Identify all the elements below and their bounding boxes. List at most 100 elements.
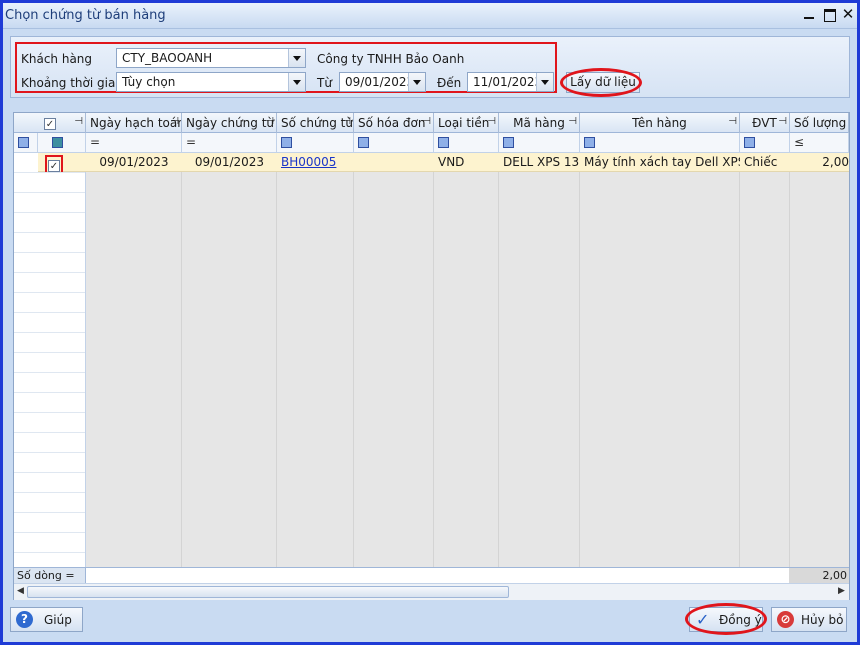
chevron-down-icon[interactable]	[288, 49, 305, 67]
filter-icon[interactable]	[281, 137, 292, 148]
filter-icon[interactable]	[52, 137, 63, 148]
cancel-button[interactable]: ⊘ Hủy bỏ	[771, 607, 847, 632]
get-data-button[interactable]: Lấy dữ liệu	[566, 72, 640, 93]
title-bar: Chọn chứng từ bán hàng ✕	[3, 3, 857, 29]
filter-cell[interactable]	[277, 133, 354, 153]
voucher-no-cell: BH00005	[277, 153, 354, 172]
pin-icon[interactable]: ⊣	[568, 116, 577, 127]
chevron-down-icon[interactable]	[536, 73, 553, 91]
table-row[interactable]: ✓ 09/01/2023 09/01/2023 BH00005 VND DELL…	[14, 153, 849, 172]
ok-button[interactable]: ✓ Đồng ý	[689, 607, 763, 632]
from-date-value: 09/01/2023	[345, 75, 415, 89]
pin-icon[interactable]: ⊣	[342, 116, 351, 127]
cancel-icon: ⊘	[777, 611, 794, 628]
pin-icon[interactable]: ⊣	[170, 116, 179, 127]
column-header[interactable]: Loại tiền ⊣	[434, 113, 499, 133]
filter-icon[interactable]	[584, 137, 595, 148]
pin-icon[interactable]: ⊣	[487, 116, 496, 127]
from-date-field[interactable]: 09/01/2023	[339, 72, 426, 92]
invoice-no-cell	[354, 153, 434, 172]
chevron-down-icon[interactable]	[288, 73, 305, 91]
scroll-left-icon[interactable]: ◀	[17, 586, 24, 596]
cancel-label: Hủy bỏ	[801, 613, 844, 627]
filter-cell[interactable]: =	[182, 133, 277, 153]
row-select-cell[interactable]: ✓	[38, 153, 86, 172]
customer-combo[interactable]: CTY_BAOOANH	[116, 48, 306, 68]
column-header[interactable]: Số lượng	[790, 113, 849, 133]
filter-cell[interactable]	[499, 133, 580, 153]
customer-name: Công ty TNHH Bảo Oanh	[317, 52, 465, 66]
scrollbar-thumb[interactable]	[27, 586, 509, 598]
column-header[interactable]: ĐVT ⊣	[740, 113, 790, 133]
row-count: Số dòng = 1	[14, 568, 86, 595]
column-label: Số hóa đơn	[358, 116, 426, 130]
filter-cell[interactable]	[580, 133, 740, 153]
close-button[interactable]: ✕	[840, 6, 856, 22]
filter-cell[interactable]	[434, 133, 499, 153]
highlight-box: ✓	[45, 155, 63, 172]
checkmark-icon: ✓	[696, 610, 710, 629]
filter-cell[interactable]	[354, 133, 434, 153]
filter-cell[interactable]	[740, 133, 790, 153]
column-label: Tên hàng	[632, 116, 687, 130]
column-divider	[498, 153, 499, 567]
pin-icon[interactable]: ⊣	[728, 116, 737, 127]
filter-icon[interactable]	[744, 137, 755, 148]
item-name-cell: Máy tính xách tay Dell XPS 13	[584, 155, 740, 169]
period-combo[interactable]: Tùy chọn	[116, 72, 306, 92]
column-divider	[276, 153, 277, 567]
empty-area	[86, 153, 849, 567]
column-header[interactable]: Số chứng từ ⊣	[277, 113, 354, 133]
filter-icon[interactable]	[18, 137, 29, 148]
filter-icon[interactable]	[438, 137, 449, 148]
column-label: Số lượng	[794, 116, 847, 130]
help-icon: ?	[16, 611, 33, 628]
column-header[interactable]: Ngày hạch toán ⊣	[86, 113, 182, 133]
to-label: Đến	[437, 76, 462, 90]
to-date-value: 11/01/2023	[473, 75, 543, 89]
column-header[interactable]: Số hóa đơn ⊣	[354, 113, 434, 133]
grid-body: ✓ 09/01/2023 09/01/2023 BH00005 VND DELL…	[14, 153, 849, 567]
column-label: ĐVT	[752, 116, 777, 130]
pin-icon[interactable]: ⊣	[778, 116, 787, 127]
row-indicator	[14, 153, 38, 172]
pin-icon[interactable]: ⊣	[74, 116, 83, 127]
help-button[interactable]: ? Giúp	[10, 607, 83, 632]
filter-cell[interactable]	[14, 133, 38, 153]
column-label: Mã hàng	[513, 116, 565, 130]
voucher-link[interactable]: BH00005	[281, 155, 336, 169]
to-date-field[interactable]: 11/01/2023	[467, 72, 554, 92]
column-divider	[433, 153, 434, 567]
maximize-button[interactable]	[821, 6, 837, 22]
column-header[interactable]: Tên hàng ⊣	[580, 113, 740, 133]
column-divider	[181, 153, 182, 567]
select-all-checkbox[interactable]: ✓	[44, 118, 56, 130]
minimize-button[interactable]	[801, 6, 817, 22]
posting-date-cell: 09/01/2023	[99, 155, 169, 169]
currency-cell: VND	[438, 155, 465, 169]
quantity-cell: 2,00	[822, 155, 849, 169]
scroll-right-icon[interactable]: ▶	[838, 586, 845, 596]
row-selector-column	[14, 153, 86, 567]
filter-cell[interactable]: =	[86, 133, 182, 153]
column-divider	[739, 153, 740, 567]
filter-row: = = ≤	[14, 133, 849, 153]
pin-icon[interactable]: ⊣	[265, 116, 274, 127]
dialog-window: Chọn chứng từ bán hàng ✕ Khách hàng CTY_…	[0, 0, 860, 645]
grid-footer: Số dòng = 1 2,00	[14, 567, 849, 595]
row-checkbox[interactable]: ✓	[48, 160, 60, 172]
column-label: Loại tiền	[438, 116, 490, 130]
filter-cell[interactable]: ≤	[790, 133, 849, 153]
customer-value: CTY_BAOOANH	[122, 51, 213, 65]
column-header[interactable]: Ngày chứng từ ⊣	[182, 113, 277, 133]
select-all-column[interactable]: ✓ ⊣	[14, 113, 86, 133]
horizontal-scrollbar[interactable]: ◀ ▶	[14, 583, 849, 600]
pin-icon[interactable]: ⊣	[422, 116, 431, 127]
filter-icon[interactable]	[503, 137, 514, 148]
filter-icon[interactable]	[358, 137, 369, 148]
customer-label: Khách hàng	[21, 52, 93, 66]
column-header[interactable]: Mã hàng ⊣	[499, 113, 580, 133]
window-title: Chọn chứng từ bán hàng	[5, 8, 166, 23]
chevron-down-icon[interactable]	[408, 73, 425, 91]
filter-cell[interactable]	[38, 133, 86, 153]
